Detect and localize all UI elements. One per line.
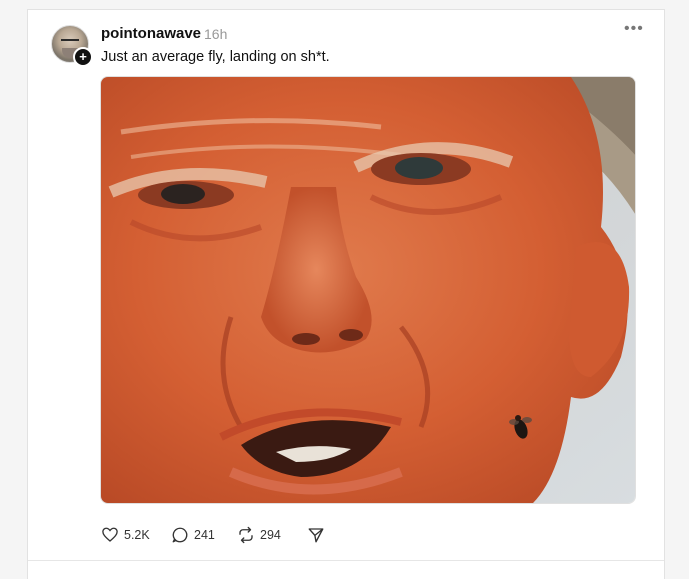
username[interactable]: pointonawave (101, 25, 201, 42)
avatar-glasses (61, 39, 79, 46)
repost-icon (239, 526, 253, 544)
heart-icon (102, 527, 118, 542)
comment-button[interactable]: 241 (171, 525, 215, 545)
share-button[interactable] (307, 525, 325, 545)
send-icon (308, 528, 324, 543)
comment-bubble-icon (172, 527, 188, 543)
comment-count: 241 (194, 528, 215, 542)
face-photo-graphic (101, 77, 635, 503)
avatar[interactable]: + (51, 25, 93, 67)
post-image[interactable] (100, 76, 636, 504)
post-caption: Just an average fly, landing on sh*t. (101, 49, 330, 65)
more-options-icon[interactable]: ••• (624, 20, 644, 38)
like-count: 5.2K (124, 528, 150, 542)
post-timestamp[interactable]: 16h (204, 26, 227, 42)
follow-plus-button[interactable]: + (73, 47, 93, 67)
like-button[interactable]: 5.2K (101, 525, 150, 545)
repost-count: 294 (260, 528, 281, 542)
repost-button[interactable]: 294 (237, 525, 281, 545)
post-card[interactable]: + pointonawave 16h ••• Just an average f… (27, 9, 665, 579)
post-divider (28, 560, 664, 561)
